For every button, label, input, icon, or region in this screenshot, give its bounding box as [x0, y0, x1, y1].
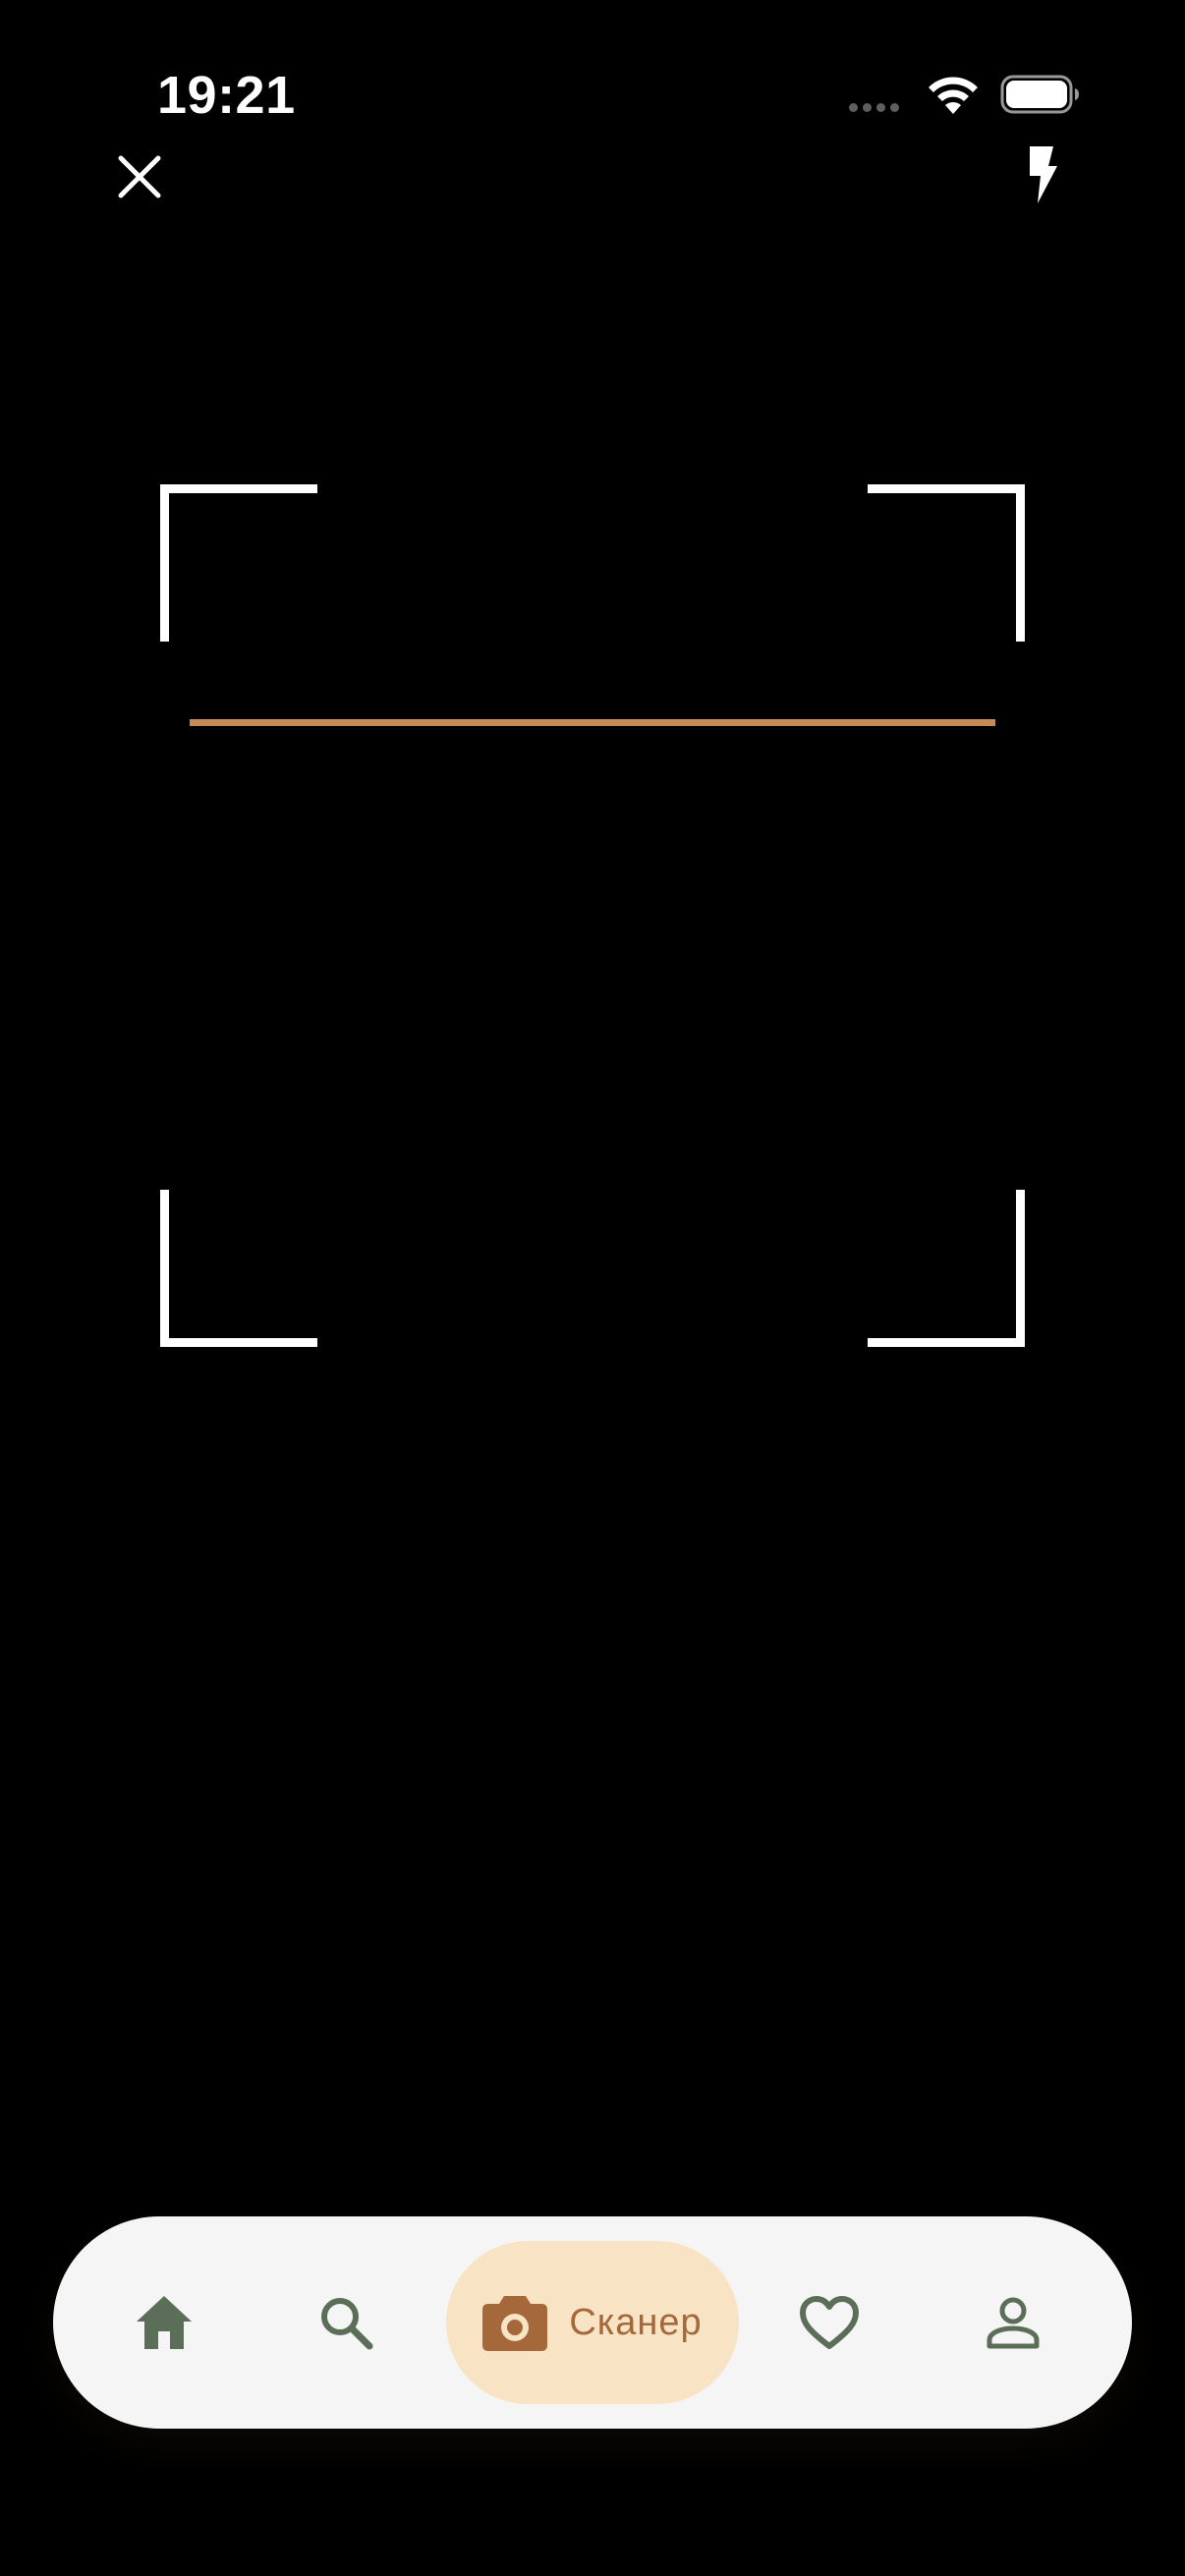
flash-button[interactable]: [1012, 141, 1071, 210]
home-icon: [137, 2296, 192, 2349]
scan-line: [190, 719, 995, 726]
status-time: 19:21: [157, 66, 296, 125]
frame-corner-top-right: [868, 484, 1025, 642]
tab-search[interactable]: [274, 2216, 418, 2429]
search-icon: [321, 2298, 373, 2350]
flash-icon: [1030, 146, 1057, 203]
battery-icon: [1000, 75, 1079, 114]
person-icon: [987, 2297, 1040, 2349]
status-bar: 19:21: [0, 0, 1185, 147]
tab-scanner-label: Сканер: [569, 2301, 703, 2343]
cellular-signal-icon: [849, 103, 899, 112]
frame-corner-bottom-right: [868, 1190, 1025, 1347]
frame-corner-top-left: [160, 484, 317, 642]
camera-icon: [482, 2296, 548, 2351]
wifi-icon: [929, 77, 978, 114]
close-button[interactable]: [110, 147, 169, 206]
scanner-frame: [160, 484, 1025, 1347]
heart-icon: [800, 2296, 859, 2349]
frame-corner-bottom-left: [160, 1190, 317, 1347]
tab-home[interactable]: [92, 2216, 236, 2429]
tab-scanner[interactable]: Сканер: [446, 2241, 739, 2404]
close-icon: [118, 155, 161, 198]
tab-profile[interactable]: [941, 2216, 1085, 2429]
tab-favorites[interactable]: [758, 2216, 901, 2429]
bottom-tab-bar: Сканер: [53, 2216, 1132, 2429]
